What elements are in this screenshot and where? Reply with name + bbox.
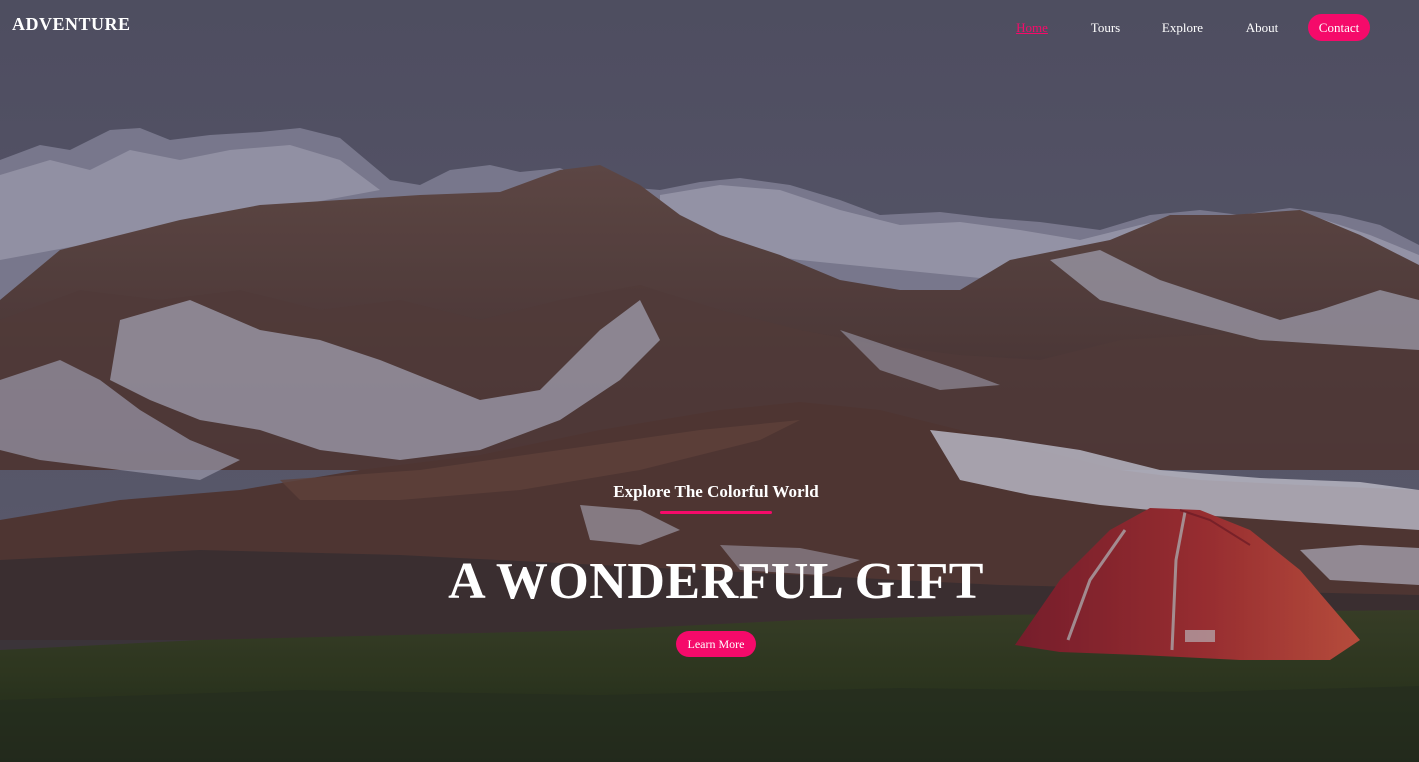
hero-subtitle: Explore The Colorful World bbox=[613, 482, 819, 501]
nav-item-home: Home bbox=[990, 14, 1074, 41]
contact-button[interactable]: Contact bbox=[1307, 14, 1371, 41]
learn-more-button[interactable]: Learn More bbox=[676, 631, 756, 657]
nav-link-about[interactable]: About bbox=[1246, 20, 1279, 36]
main-nav: Home Tours Explore About Contact bbox=[990, 14, 1382, 41]
nav-item-about: About bbox=[1228, 14, 1296, 41]
nav-link-tours[interactable]: Tours bbox=[1091, 20, 1120, 36]
brand-logo[interactable]: ADVENTURE bbox=[12, 14, 131, 35]
nav-item-contact: Contact bbox=[1296, 14, 1382, 41]
subtitle-underline bbox=[660, 511, 772, 514]
hero-headline: A WONDERFUL GIFT bbox=[448, 553, 984, 610]
nav-link-explore[interactable]: Explore bbox=[1162, 20, 1203, 36]
nav-item-tours: Tours bbox=[1074, 14, 1137, 41]
nav-link-home[interactable]: Home bbox=[1016, 20, 1048, 36]
nav-item-explore: Explore bbox=[1137, 14, 1228, 41]
hero-section: ADVENTURE Home Tours Explore About Conta… bbox=[0, 0, 1419, 762]
